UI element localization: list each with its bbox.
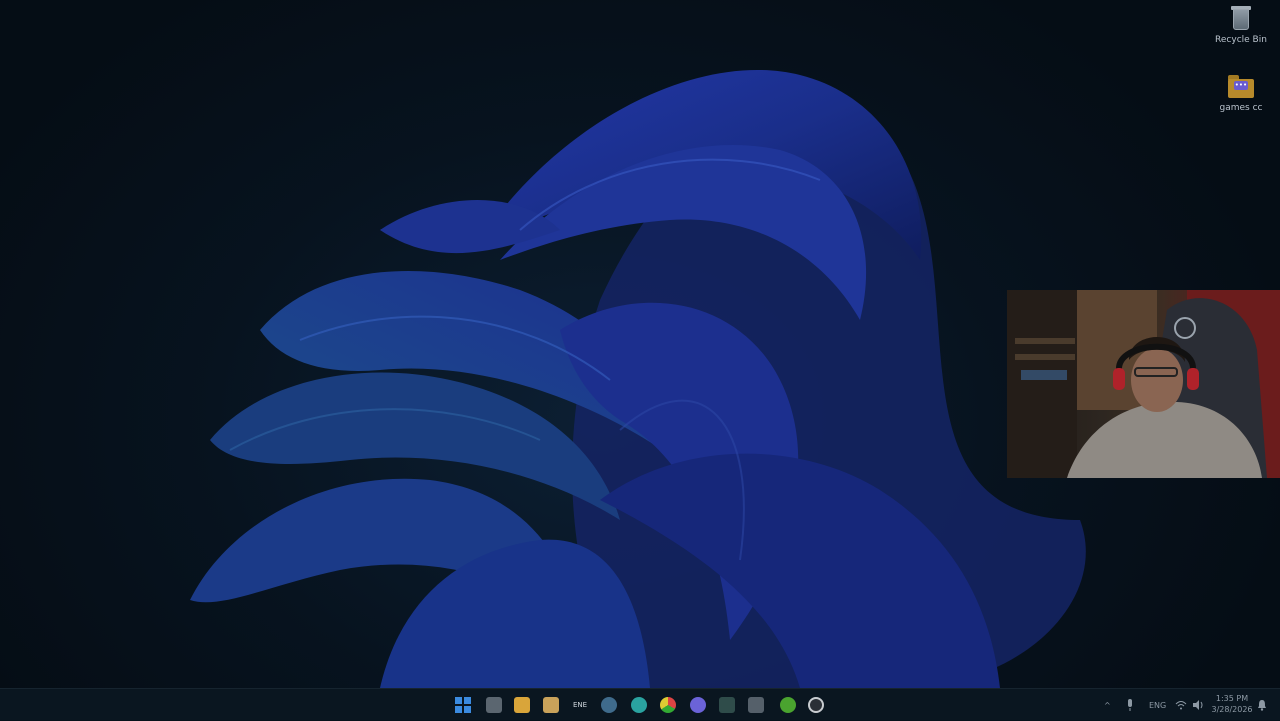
taskbar-store[interactable]	[540, 694, 562, 716]
folder-icon	[514, 697, 530, 713]
taskbar-file-explorer[interactable]	[511, 694, 533, 716]
network-button[interactable]	[1175, 689, 1187, 721]
store-icon	[543, 697, 559, 713]
terminal-icon	[719, 697, 735, 713]
desktop: Recycle Bin ••• games cc	[0, 0, 1280, 688]
steam-icon	[601, 697, 617, 713]
taskbar-chrome[interactable]	[657, 694, 679, 716]
clock-time: 1:35 PM	[1215, 694, 1249, 703]
bell-icon	[1258, 700, 1266, 711]
discord-icon	[690, 697, 706, 713]
wifi-icon	[1175, 701, 1187, 710]
window-icon	[486, 697, 502, 713]
chrome-icon	[660, 697, 676, 713]
speaker-icon	[1193, 700, 1203, 710]
tray-overflow-chevron[interactable]: ^	[1104, 689, 1111, 721]
record-icon	[808, 697, 824, 713]
taskbar-app-window[interactable]	[483, 694, 505, 716]
windows-start-button[interactable]	[452, 694, 474, 716]
taskbar: ENE ^ ENG 1:35 PM 3/28/2026	[0, 688, 1280, 720]
taskbar-app-grid[interactable]	[745, 694, 767, 716]
games-cc-folder-shortcut[interactable]: ••• games cc	[1211, 72, 1271, 114]
volume-button[interactable]	[1192, 689, 1204, 721]
clock[interactable]: 1:35 PM 3/28/2026	[1208, 693, 1256, 715]
webcam-feed-image	[1007, 290, 1280, 478]
taskbar-steam[interactable]	[598, 694, 620, 716]
language-indicator[interactable]: ENG	[1149, 689, 1166, 721]
taskbar-xbox[interactable]	[777, 694, 799, 716]
taskbar-terminal[interactable]	[716, 694, 738, 716]
microphone-tray-button[interactable]	[1126, 689, 1134, 721]
chevron-up-icon: ^	[1104, 700, 1111, 710]
notifications-button[interactable]	[1257, 689, 1267, 721]
recycle-bin-shortcut[interactable]: Recycle Bin	[1211, 4, 1271, 46]
recycle-bin-icon	[1227, 4, 1255, 32]
folder-icon: •••	[1227, 72, 1255, 100]
xbox-icon	[780, 697, 796, 713]
games-cc-label: games cc	[1219, 103, 1263, 113]
taskbar-ene[interactable]: ENE	[569, 694, 591, 716]
edge-icon	[631, 697, 647, 713]
grid-app-icon	[748, 697, 764, 713]
clock-date: 3/28/2026	[1211, 705, 1253, 714]
taskbar-edge[interactable]	[628, 694, 650, 716]
taskbar-obs[interactable]	[805, 694, 827, 716]
windows-start-icon	[455, 697, 471, 713]
ene-icon: ENE	[572, 701, 588, 709]
recycle-bin-label: Recycle Bin	[1215, 35, 1267, 45]
taskbar-discord[interactable]	[687, 694, 709, 716]
webcam-overlay	[1007, 290, 1280, 478]
microphone-icon	[1128, 699, 1132, 711]
